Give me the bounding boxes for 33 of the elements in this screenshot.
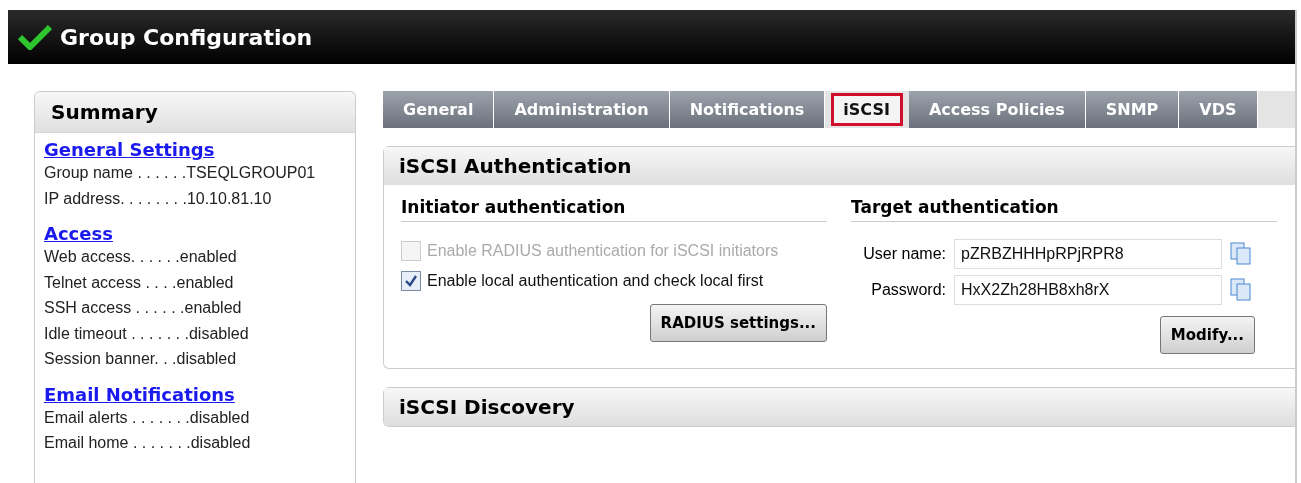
- summary-row-text: IP address. . . . . . . .10.10.81.10: [44, 188, 273, 209]
- checkbox-label: Enable local authentication and check local first: [427, 272, 764, 290]
- input-field[interactable]: HxX2Zh28HB8xh8rX: [954, 275, 1222, 305]
- section-link[interactable]: Access: [44, 223, 113, 244]
- summary-row-text: Email alerts . . . . . . .disabled: [44, 407, 251, 428]
- summary-row-text: Idle timeout . . . . . . .disabled: [44, 323, 250, 344]
- tab[interactable]: Access Policies: [908, 91, 1086, 128]
- window-title: Group Configuration: [60, 24, 313, 50]
- input-field[interactable]: pZRBZHHHpRPjRPR8: [954, 239, 1222, 269]
- panel-title: iSCSI Discovery: [384, 388, 1295, 426]
- tab[interactable]: iSCSI: [831, 93, 903, 126]
- summary-row-text: Group name . . . . . .TSEQLGROUP01: [44, 163, 317, 183]
- field-label: User name:: [862, 245, 946, 263]
- checkbox-label: Enable RADIUS authentication for iSCSI initiators: [427, 242, 779, 260]
- section-link[interactable]: Email Notifications: [44, 383, 235, 405]
- tab[interactable]: General: [383, 91, 495, 128]
- section-link[interactable]: General Settings: [44, 139, 215, 160]
- summary-row-text: SSH access . . . . . .enabled: [44, 298, 243, 318]
- checkmark-icon: [18, 24, 52, 50]
- summary-row-text: Telnet access . . . .enabled: [44, 272, 235, 293]
- subsection-title: Initiator authentication: [401, 197, 827, 222]
- modify-button[interactable]: Modify...: [1159, 316, 1255, 354]
- summary-row-text: Session banner. . .disabled: [44, 349, 238, 369]
- radius-settings-button[interactable]: RADIUS settings...: [649, 304, 827, 342]
- subsection-title: Target authentication: [851, 197, 1277, 222]
- summary-row-text: Web access. . . . . .enabled: [44, 247, 238, 267]
- checkbox[interactable]: [401, 271, 421, 291]
- field-label: Password:: [870, 281, 946, 299]
- copy-icon[interactable]: [1230, 278, 1252, 302]
- panel-title: iSCSI Authentication: [384, 147, 1295, 185]
- summary-row-text: Email home . . . . . . .disabled: [44, 433, 252, 453]
- copy-icon[interactable]: [1230, 242, 1252, 266]
- summary-title: Summary: [35, 92, 355, 133]
